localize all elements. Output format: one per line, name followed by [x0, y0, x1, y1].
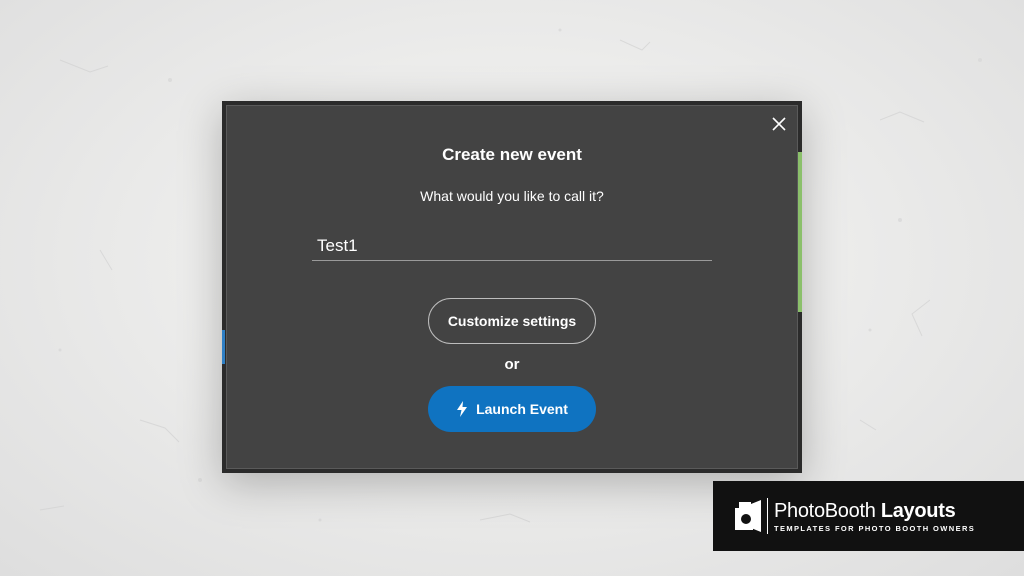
event-name-input[interactable]: [312, 231, 712, 261]
close-button[interactable]: [767, 112, 791, 136]
app-side-panel-accent-blue: [222, 330, 225, 364]
close-icon: [772, 117, 786, 131]
logo-divider: [767, 498, 768, 534]
dialog-title: Create new event: [442, 145, 582, 164]
logo-brand-bold: Layouts: [880, 499, 956, 522]
or-separator-text: or: [504, 356, 520, 373]
customize-settings-button[interactable]: Customize settings: [428, 298, 596, 344]
create-event-dialog: Create new event What would you like to …: [226, 105, 798, 469]
launch-event-button[interactable]: Launch Event: [428, 386, 596, 432]
dialog-subtitle: What would you like to call it?: [420, 188, 604, 204]
logo-brand: PhotoBooth Layouts: [774, 500, 975, 522]
logo-brand-regular: PhotoBooth: [774, 499, 876, 522]
launch-event-label: Launch Event: [476, 401, 568, 417]
camera-logo-icon: [735, 500, 761, 532]
lightning-icon: [457, 401, 468, 417]
customize-settings-label: Customize settings: [447, 313, 577, 329]
logo-text: PhotoBooth Layouts TEMPLATES FOR PHOTO B…: [774, 500, 975, 533]
logo-tagline: TEMPLATES FOR PHOTO BOOTH OWNERS: [774, 523, 976, 533]
photobooth-layouts-watermark: PhotoBooth Layouts TEMPLATES FOR PHOTO B…: [713, 481, 1024, 551]
